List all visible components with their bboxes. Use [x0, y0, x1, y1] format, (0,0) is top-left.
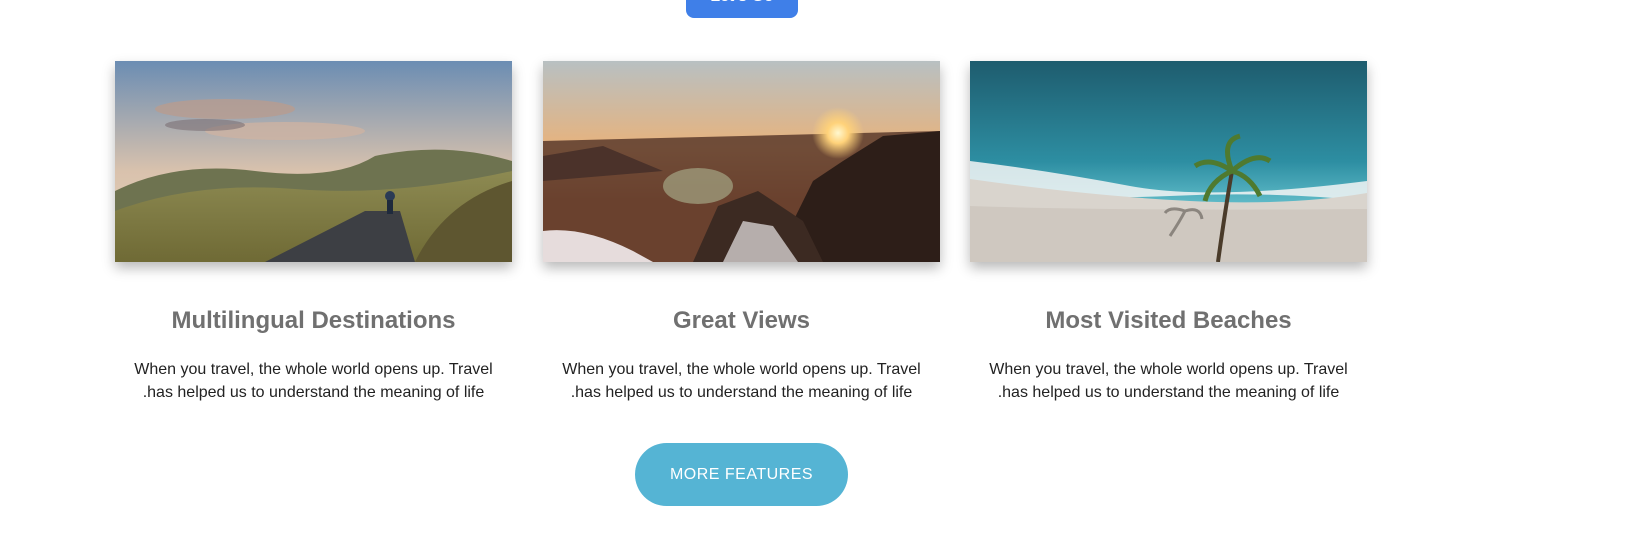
card-title: Most Visited Beaches [1045, 307, 1292, 334]
card-title: Multilingual Destinations [171, 307, 456, 334]
feature-card-beaches: Most Visited Beaches When you travel, th… [970, 61, 1367, 404]
mountain-sunset-image [543, 61, 940, 262]
feature-card-great-views: Great Views When you travel, the whole w… [543, 61, 940, 404]
card-description: When you travel, the whole world opens u… [134, 361, 493, 401]
card-title: Great Views [673, 307, 810, 334]
feature-card-multilingual: Multilingual Destinations When you trave… [115, 61, 512, 404]
card-description: When you travel, the whole world opens u… [562, 361, 921, 401]
mountain-road-image [115, 61, 512, 262]
more-features-button[interactable]: MORE FEATURES [635, 443, 848, 506]
card-description: When you travel, the whole world opens u… [989, 361, 1348, 401]
tropical-beach-image [970, 61, 1367, 262]
